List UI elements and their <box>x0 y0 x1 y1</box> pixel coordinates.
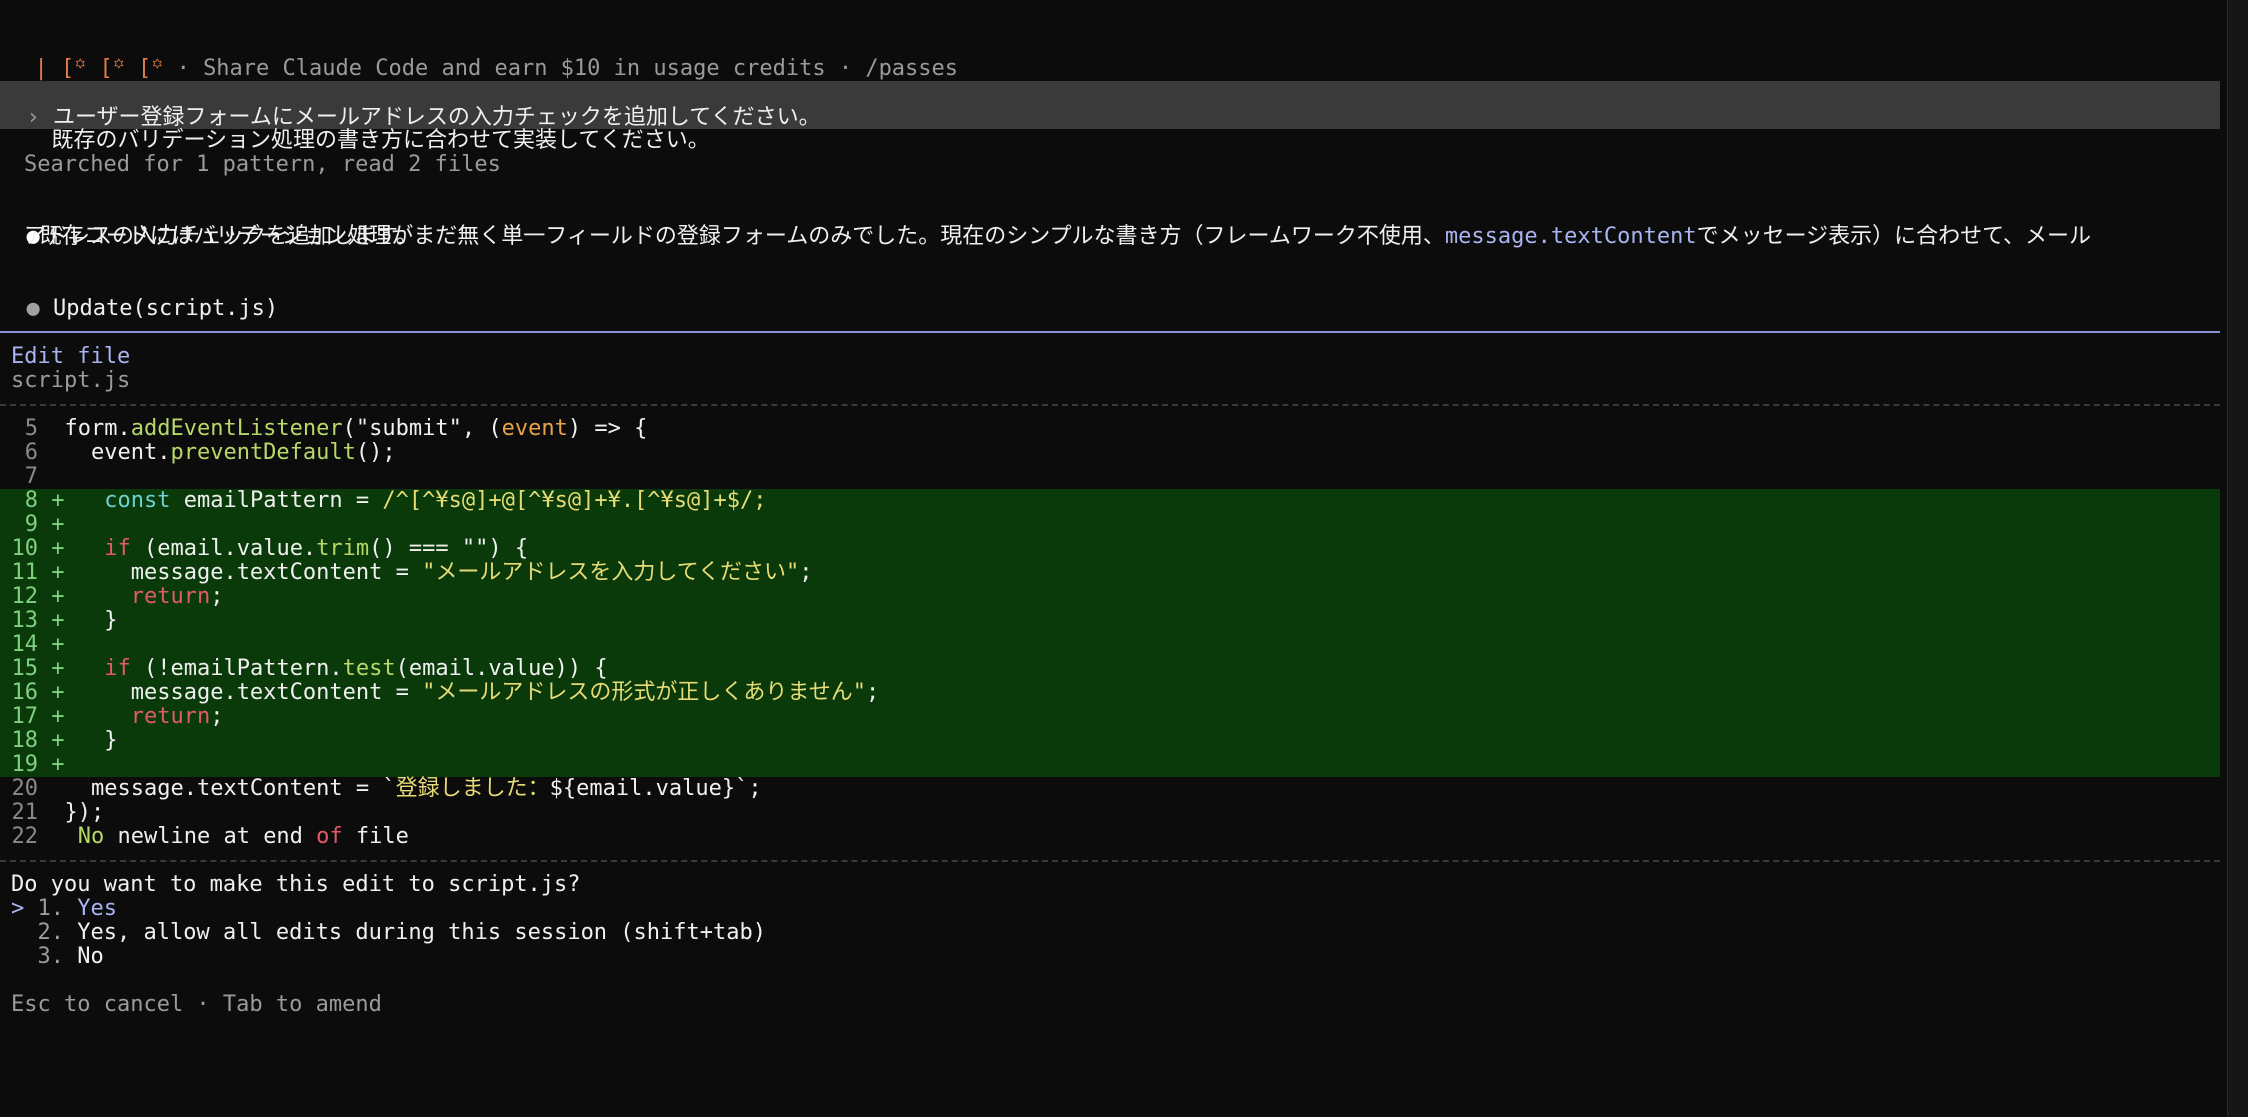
tool-call-label: Update(script.js) <box>53 296 279 321</box>
prompt-text-2: 既存のバリデーション処理の書き方に合わせて実装してください。 <box>51 128 710 153</box>
code-line-added: 12 + return; <box>11 584 224 609</box>
divider <box>0 331 2220 333</box>
selection-caret-icon: > <box>11 896 38 921</box>
confirm-question: Do you want to make this edit to script.… <box>11 872 581 897</box>
code-line: 7 <box>24 464 38 489</box>
code-line: 5 form.addEventListener("submit", (event… <box>24 416 648 441</box>
banner-text[interactable]: · Share Claude Code and earn $10 in usag… <box>163 56 958 81</box>
code-line-added: 11 + message.textContent = "メールアドレスを入力して… <box>11 560 813 585</box>
option-yes[interactable]: > 1. Yes <box>11 897 117 921</box>
user-prompt-line-2: 既存のバリデーション処理の書き方に合わせて実装してください。 <box>25 105 710 153</box>
code-line-added: 19 + <box>11 752 65 777</box>
code-line-added: 15 + if (!emailPattern.test(email.value)… <box>11 656 608 681</box>
code-line-added: 14 + <box>11 632 65 657</box>
banner-icons: | [꙳ [꙳ [꙳ <box>34 56 164 81</box>
option-label: No <box>77 944 104 969</box>
tool-call: ● Update(script.js) <box>0 273 279 321</box>
code-line: 6 event.preventDefault(); <box>24 440 396 465</box>
option-no[interactable]: 3. No <box>11 945 104 969</box>
keyboard-hint: Esc to cancel · Tab to amend <box>11 992 382 1017</box>
code-line-added: 18 + } <box>11 728 118 753</box>
added-lines-highlight <box>0 489 2220 777</box>
inline-code: message.textContent <box>1444 224 1697 249</box>
option-yes-allow-all[interactable]: 2. Yes, allow all edits during this sess… <box>11 920 767 945</box>
search-summary: Searched for 1 pattern, read 2 files <box>24 152 501 177</box>
pending-bullet-icon: ● <box>26 296 40 321</box>
scrollbar[interactable] <box>2227 0 2248 1117</box>
code-line-added: 8 + const emailPattern = /^[^¥s@]+@[^¥s@… <box>24 488 767 513</box>
option-label: Yes <box>77 896 117 921</box>
code-line-added: 13 + } <box>11 608 118 633</box>
edit-title: Edit file <box>11 344 131 369</box>
assistant-message-line-1: ●既存コードにはバリデーション処理がまだ無く単一フィールドの登録フォームのみでし… <box>0 201 2092 249</box>
code-line-added: 10 + if (email.value.trim() === "") { <box>11 536 529 561</box>
option-label: Yes, allow all edits during this session… <box>77 920 766 945</box>
code-line: 22 No newline at end of file <box>11 824 409 849</box>
code-line: 21 }); <box>11 800 105 825</box>
code-line-added: 9 + <box>24 512 65 537</box>
promo-banner: | [꙳ [꙳ [꙳ · Share Claude Code and earn … <box>8 33 959 81</box>
dashed-divider <box>0 404 2220 406</box>
assistant-text-1b: でメッセージ表示）に合わせて、メール <box>1696 224 2092 249</box>
edit-filename: script.js <box>11 368 131 393</box>
code-line-added: 17 + return; <box>11 704 224 729</box>
dashed-divider <box>0 860 2220 862</box>
user-prompt-line-1: › ユーザー登録フォームにメールアドレスの入力チェックを追加してください。 <box>0 82 821 130</box>
code-line: 20 message.textContent = `登録しました：${email… <box>11 776 762 801</box>
code-line-added: 16 + message.textContent = "メールアドレスの形式が正… <box>11 680 880 705</box>
assistant-message-line-2: アドレスの入力チェックを追加します。 <box>24 224 418 249</box>
